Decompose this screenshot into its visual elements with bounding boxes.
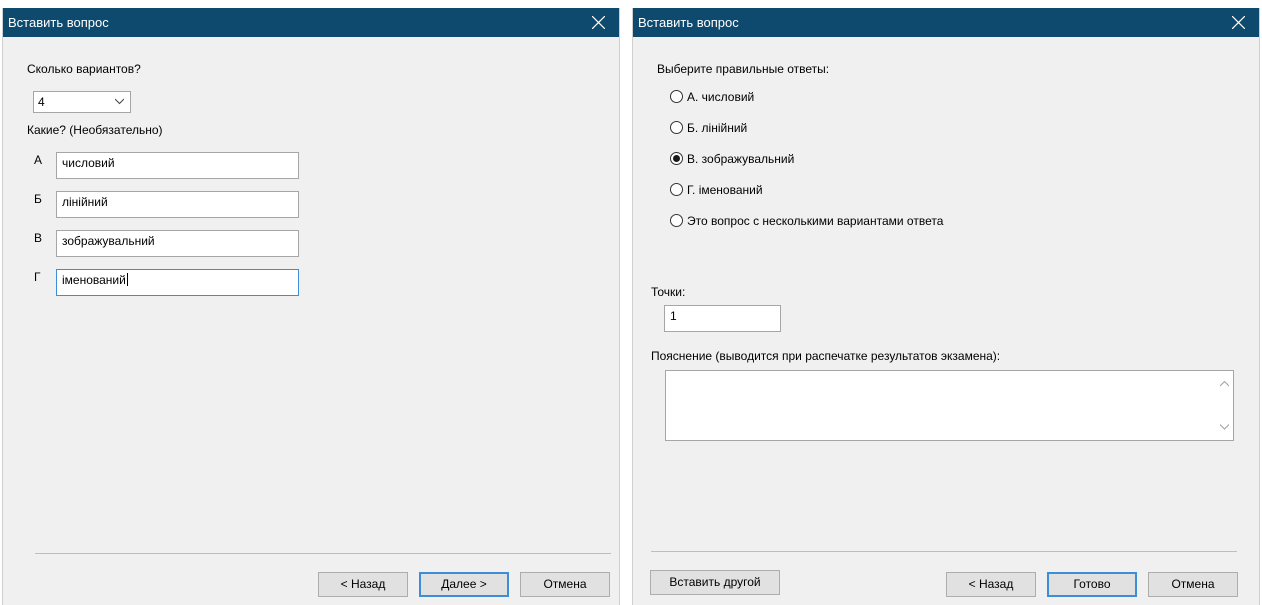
points-input[interactable]: 1 bbox=[664, 305, 781, 332]
answer-label: Б. лінійний bbox=[687, 121, 748, 135]
count-label: Сколько вариантов? bbox=[27, 62, 141, 76]
cancel-button[interactable]: Отмена bbox=[1148, 572, 1238, 597]
back-button[interactable]: < Назад bbox=[946, 572, 1036, 597]
answer-label: Это вопрос с несколькими вариантами отве… bbox=[687, 214, 944, 228]
option-b-value: лінійний bbox=[62, 195, 108, 209]
scroll-up-icon[interactable] bbox=[1220, 381, 1229, 387]
close-button[interactable] bbox=[579, 8, 619, 37]
title-bar: Вставить вопрос bbox=[3, 8, 619, 37]
option-letter-v: В bbox=[34, 231, 43, 245]
option-letter-b: Б bbox=[34, 192, 42, 206]
insert-question-dialog-step2: Вставить вопрос Выберите правильные отве… bbox=[632, 8, 1260, 605]
next-button[interactable]: Далее > bbox=[419, 572, 509, 597]
option-letter-g: Г bbox=[34, 270, 41, 284]
answer-label: Г. іменований bbox=[687, 183, 763, 197]
close-button[interactable] bbox=[1219, 8, 1259, 37]
explanation-textarea[interactable] bbox=[665, 370, 1234, 441]
option-g-value: іменований bbox=[62, 273, 126, 287]
explanation-label: Пояснение (выводится при распечатке резу… bbox=[651, 349, 1001, 363]
separator bbox=[651, 551, 1237, 552]
close-icon bbox=[1232, 16, 1245, 29]
dialog-title: Вставить вопрос bbox=[638, 15, 739, 30]
which-label: Какие? (Необязательно) bbox=[27, 123, 163, 137]
option-a-value: числовий bbox=[62, 156, 115, 170]
separator bbox=[35, 553, 611, 554]
points-label: Точки: bbox=[651, 285, 686, 299]
option-g-input[interactable]: іменований bbox=[56, 269, 299, 296]
finish-button[interactable]: Готово bbox=[1047, 572, 1137, 597]
radio-button bbox=[670, 183, 683, 196]
text-caret bbox=[126, 273, 128, 286]
dialog-title: Вставить вопрос bbox=[8, 15, 109, 30]
option-a-input[interactable]: числовий bbox=[56, 152, 299, 179]
insert-question-dialog-step1: Вставить вопрос Сколько вариантов? 4 Как… bbox=[2, 8, 620, 605]
radio-dot bbox=[673, 155, 680, 162]
scrollbar[interactable] bbox=[1216, 371, 1233, 440]
answer-label: В. зображувальний bbox=[687, 152, 795, 166]
option-letter-a: А bbox=[34, 153, 43, 167]
insert-other-button[interactable]: Вставить другой bbox=[650, 570, 780, 595]
scroll-down-icon[interactable] bbox=[1220, 424, 1229, 430]
count-combobox[interactable]: 4 bbox=[33, 91, 131, 113]
chevron-down-icon bbox=[115, 98, 124, 105]
back-button[interactable]: < Назад bbox=[318, 572, 408, 597]
count-value: 4 bbox=[38, 95, 45, 109]
option-v-input[interactable]: зображувальний bbox=[56, 230, 299, 257]
points-value: 1 bbox=[670, 309, 677, 323]
option-v-value: зображувальний bbox=[62, 234, 155, 248]
radio-button bbox=[670, 90, 683, 103]
close-icon bbox=[592, 16, 605, 29]
radio-button bbox=[670, 214, 683, 227]
radio-button-selected bbox=[670, 152, 683, 165]
cancel-button[interactable]: Отмена bbox=[520, 572, 610, 597]
answer-label: А. числовий bbox=[687, 90, 755, 104]
title-bar: Вставить вопрос bbox=[633, 8, 1259, 37]
radio-button bbox=[670, 121, 683, 134]
option-b-input[interactable]: лінійний bbox=[56, 191, 299, 218]
correct-answers-label: Выберите правильные ответы: bbox=[657, 62, 830, 76]
